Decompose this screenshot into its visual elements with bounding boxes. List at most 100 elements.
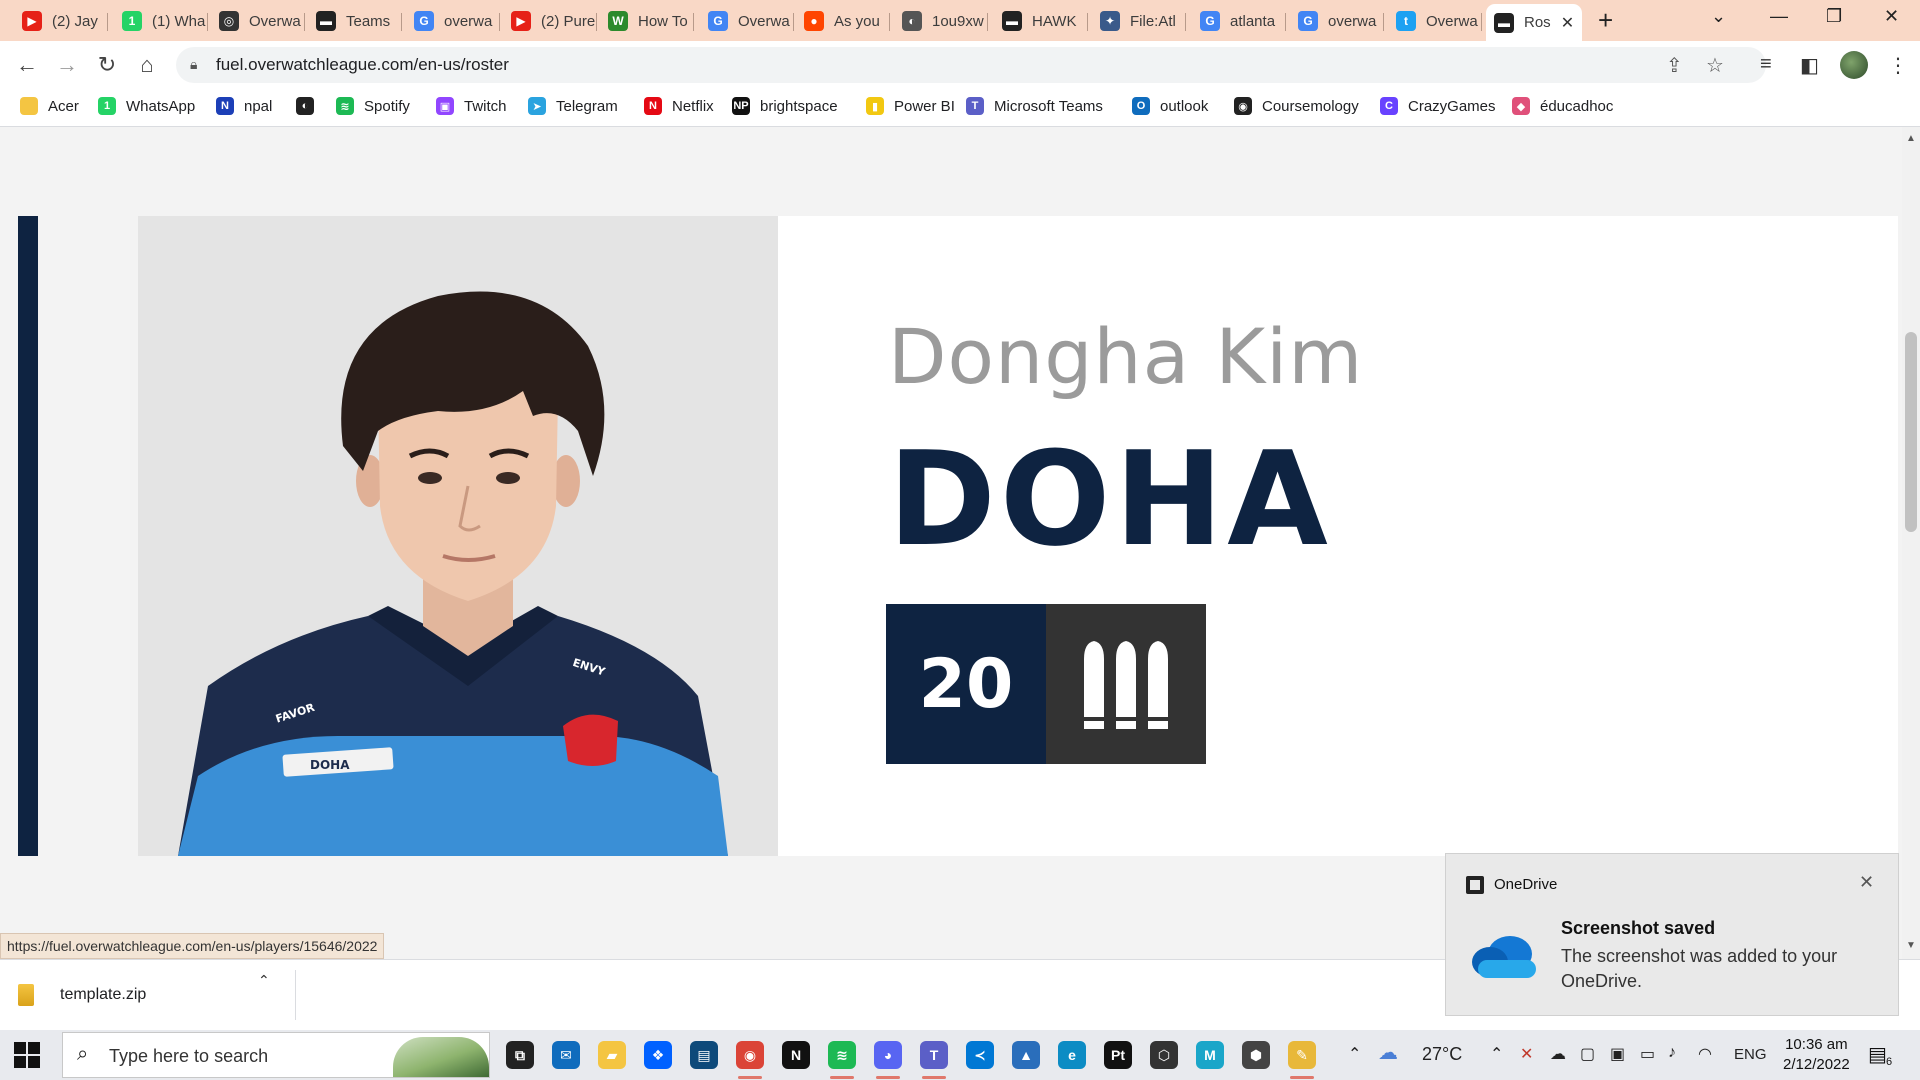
browser-tab[interactable]: ◎ Overwa (211, 6, 305, 36)
tab-title[interactable]: As you (834, 13, 880, 30)
bookmark-item[interactable]: ▮ Power BI (866, 97, 955, 115)
browser-tab[interactable]: W How To (600, 6, 694, 36)
restore-button[interactable]: ❐ (1826, 6, 1842, 27)
bookmark-item[interactable]: ◉ Coursemology (1234, 97, 1359, 115)
volume-icon[interactable]: ♪ (1668, 1044, 1676, 1062)
bookmark-label[interactable]: Twitch (464, 98, 507, 115)
discord-icon[interactable]: ◕ (870, 1037, 906, 1079)
browser-tab[interactable]: Goverwa (406, 6, 500, 36)
tab-title[interactable]: (2) Jay (52, 13, 98, 30)
bookmark-item[interactable]: ◐ (296, 97, 324, 115)
vscode-icon[interactable]: ≺ (962, 1037, 998, 1073)
mail-icon[interactable]: ✉ (548, 1037, 584, 1073)
close-icon[interactable]: ✕ (1859, 872, 1874, 893)
unity-icon[interactable]: ⬡ (1146, 1037, 1182, 1073)
task-view-icon[interactable]: ⧉ (502, 1037, 538, 1073)
security-icon[interactable]: ▣ (1610, 1044, 1625, 1064)
browser-tab[interactable]: ▬ HAWK (994, 6, 1088, 36)
notebook-app-icon[interactable]: ▤ (686, 1037, 722, 1073)
browser-tab[interactable]: t Overwa (1388, 6, 1482, 36)
file-explorer-icon[interactable]: ▰ (594, 1037, 630, 1073)
search-placeholder[interactable]: Type here to search (109, 1046, 268, 1067)
minimize-button[interactable]: — (1770, 6, 1788, 27)
browser-tab[interactable]: ◐ 1ou9xw (894, 6, 988, 36)
tab-title[interactable]: Overwa (1426, 13, 1478, 30)
scrollbar-thumb[interactable] (1905, 332, 1917, 532)
browser-tab[interactable]: ▬ Teams (308, 6, 402, 36)
chrome-icon[interactable]: ◉ (732, 1037, 768, 1079)
edge-icon[interactable]: e (1054, 1037, 1090, 1073)
photos-icon[interactable]: ▲ (1008, 1037, 1044, 1073)
weather-icon[interactable]: ☁ (1378, 1040, 1398, 1065)
bookmark-item[interactable]: ▣ Twitch (436, 97, 507, 115)
bookmark-label[interactable]: brightspace (760, 98, 838, 115)
lock-icon[interactable]: 🔒︎ (190, 56, 197, 73)
maya-icon[interactable]: M (1192, 1037, 1228, 1073)
browser-tab[interactable]: ● As you (796, 6, 890, 36)
share-icon[interactable]: ⇪ (1666, 53, 1683, 78)
scroll-up-arrow-icon[interactable]: ▲ (1906, 133, 1916, 144)
bookmark-item[interactable]: Acer (20, 97, 79, 115)
bookmark-item[interactable]: Nnpal (216, 97, 272, 115)
windows-start-icon[interactable] (14, 1042, 40, 1068)
bookmark-label[interactable]: Netflix (672, 98, 714, 115)
taskbar-search-box[interactable]: ⌕ Type here to search (62, 1032, 490, 1078)
bookmark-label[interactable]: Telegram (556, 98, 618, 115)
page-scrollbar[interactable]: ▲ ▼ (1902, 127, 1920, 959)
bookmark-label[interactable]: Coursemology (1262, 98, 1359, 115)
bookmark-label[interactable]: Acer (48, 98, 79, 115)
browser-tab[interactable]: Goverwa (1290, 6, 1384, 36)
onedrive-tray-icon[interactable]: ☁ (1550, 1044, 1566, 1064)
browser-tab[interactable]: 1 (1) Wha (114, 6, 208, 36)
media-queue-icon[interactable]: ≡ (1760, 53, 1772, 76)
bookmark-label[interactable]: WhatsApp (126, 98, 195, 115)
tab-title[interactable]: (2) Pure (541, 13, 595, 30)
side-panel-icon[interactable]: ◧ (1800, 53, 1819, 78)
tab-title[interactable]: 1ou9xw (932, 13, 984, 30)
bookmark-item[interactable]: T Microsoft Teams (966, 97, 1103, 115)
close-window-button[interactable]: ✕ (1884, 6, 1899, 27)
menu-kebab-icon[interactable]: ⋮ (1888, 53, 1908, 78)
new-tab-button[interactable]: + (1598, 7, 1613, 33)
clock[interactable]: 10:36 am 2/12/2022 (1783, 1035, 1850, 1075)
bookmark-label[interactable]: Power BI (894, 98, 955, 115)
chevron-up-icon[interactable]: ⌃ (1348, 1044, 1361, 1064)
tab-title[interactable]: Teams (346, 13, 390, 30)
bookmark-item[interactable]: ◆ éducadhoc (1512, 97, 1613, 115)
pycharm-icon[interactable]: Pt (1100, 1037, 1136, 1073)
tab-title[interactable]: File:Atl (1130, 13, 1176, 30)
bookmark-label[interactable]: npal (244, 98, 272, 115)
weather-temperature[interactable]: 27°C (1422, 1044, 1462, 1065)
device-icon[interactable]: ▢ (1580, 1044, 1595, 1064)
browser-tab[interactable]: ▬ Ros ✕ (1486, 4, 1582, 41)
show-hidden-icons-icon[interactable]: ⌃ (1490, 1044, 1503, 1064)
dropbox-icon[interactable]: ❖ (640, 1037, 676, 1073)
browser-tab[interactable]: ▶ (2) Pure (503, 6, 597, 36)
tab-title[interactable]: HAWK (1032, 13, 1076, 30)
reload-icon[interactable]: ↻ (91, 49, 123, 81)
browser-tab[interactable]: ▶ (2) Jay (14, 6, 108, 36)
tab-title[interactable]: How To (638, 13, 688, 30)
browser-tab[interactable]: ✦ File:Atl (1092, 6, 1186, 36)
tab-title[interactable]: Overwa (249, 13, 301, 30)
bookmark-label[interactable]: outlook (1160, 98, 1208, 115)
tab-title[interactable]: overwa (1328, 13, 1376, 30)
profile-avatar[interactable] (1840, 51, 1868, 79)
tab-title[interactable]: (1) Wha (152, 13, 205, 30)
tab-title[interactable]: Overwa (738, 13, 790, 30)
battery-icon[interactable]: ▭ (1640, 1044, 1655, 1064)
teams-icon[interactable]: T (916, 1037, 952, 1079)
notification-center-icon[interactable]: ▤ (1868, 1042, 1887, 1067)
bookmark-item[interactable]: NP brightspace (732, 97, 838, 115)
player-photo[interactable]: DOHA FAVOR ENVY (138, 216, 778, 856)
browser-tab[interactable]: Gatlanta (1192, 6, 1286, 36)
chevron-up-icon[interactable]: ⌃ (258, 972, 270, 989)
bookmark-item[interactable]: N Netflix (644, 97, 714, 115)
netflix-icon[interactable]: N (778, 1037, 814, 1073)
spotify-icon[interactable]: ≋ (824, 1037, 860, 1079)
bookmark-item[interactable]: 1 WhatsApp (98, 97, 195, 115)
tab-title[interactable]: atlanta (1230, 13, 1275, 30)
language-indicator[interactable]: ENG (1734, 1046, 1767, 1063)
bookmark-item[interactable]: ≋ Spotify (336, 97, 410, 115)
tab-title[interactable]: overwa (444, 13, 492, 30)
